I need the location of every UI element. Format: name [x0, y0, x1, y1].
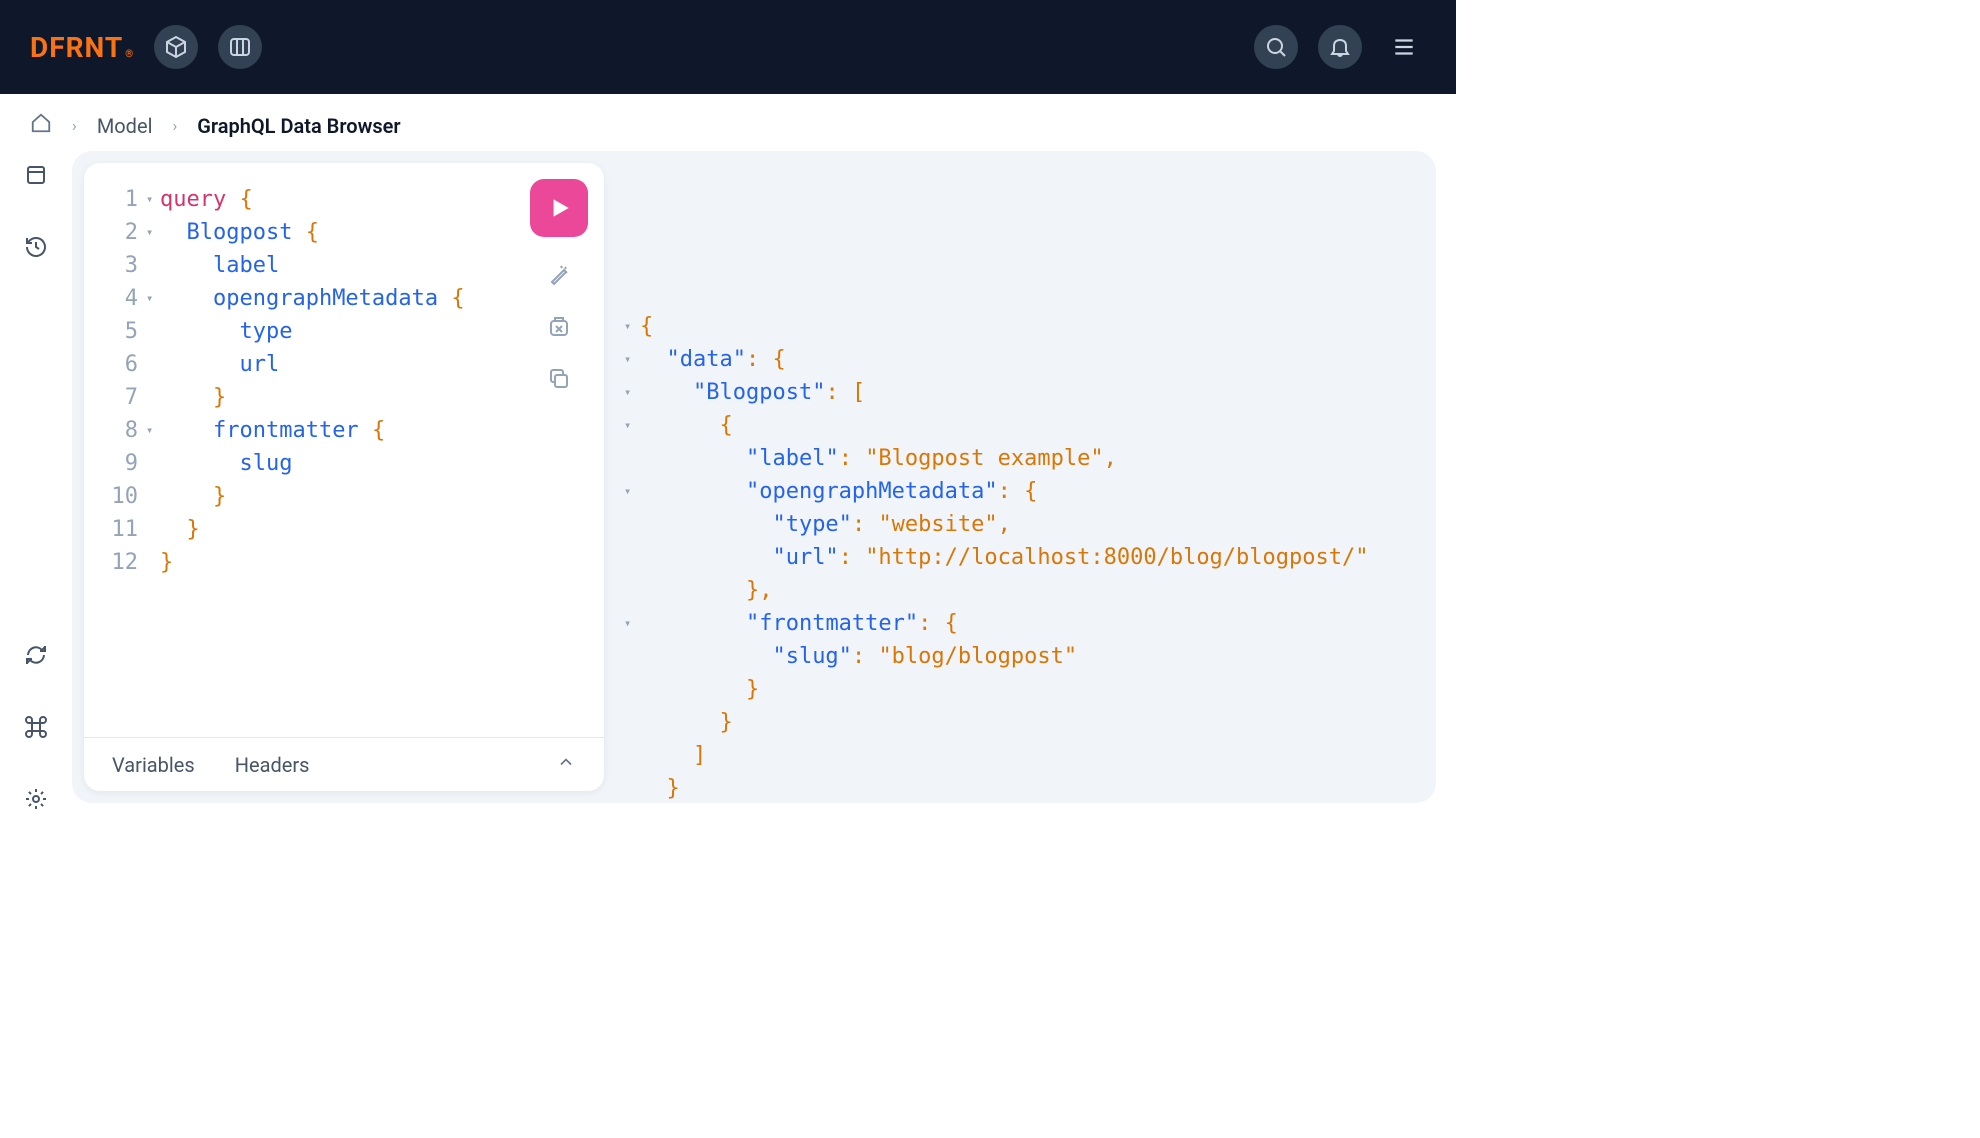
result-line: ▾ { — [624, 409, 1416, 442]
code-line: 5 type — [100, 315, 588, 348]
result-line: ▾ "data": { — [624, 343, 1416, 376]
columns-nav-button[interactable] — [218, 25, 262, 69]
result-line: "url": "http://localhost:8000/blog/blogp… — [624, 541, 1416, 574]
chevron-right-icon: › — [172, 116, 177, 135]
result-line: ▾ "opengraphMetadata": { — [624, 475, 1416, 508]
search-icon — [1264, 35, 1288, 59]
result-line: "label": "Blogpost example", — [624, 442, 1416, 475]
editor-footer: Variables Headers — [84, 737, 604, 791]
shortcuts-rail-button[interactable] — [22, 713, 50, 741]
result-line: "slug": "blog/blogpost" — [624, 640, 1416, 673]
breadcrumb-model[interactable]: Model — [97, 114, 153, 138]
copy-button[interactable] — [545, 365, 573, 393]
columns-icon — [228, 35, 252, 59]
breadcrumb: › Model › GraphQL Data Browser — [0, 94, 1456, 151]
result-line: } — [624, 673, 1416, 706]
clear-button[interactable] — [545, 313, 573, 341]
command-icon — [24, 715, 48, 739]
chevron-right-icon: › — [72, 116, 77, 135]
result-line: ▾ "frontmatter": { — [624, 607, 1416, 640]
play-icon — [546, 195, 572, 221]
magic-wand-icon — [547, 263, 571, 287]
result-line: ] — [624, 739, 1416, 772]
query-editor-panel: 1▾query {2▾ Blogpost {3 label4▾ opengrap… — [84, 163, 604, 791]
code-line: 9 slug — [100, 447, 588, 480]
sync-icon — [24, 643, 48, 667]
headers-tab[interactable]: Headers — [235, 753, 310, 777]
home-breadcrumb[interactable] — [30, 112, 52, 139]
cube-icon — [164, 35, 188, 59]
add-tab-button[interactable] — [1388, 169, 1414, 195]
breadcrumb-current: GraphQL Data Browser — [197, 114, 400, 138]
result-line: ▾{ — [624, 310, 1416, 343]
code-line: 3 label — [100, 249, 588, 282]
code-line: 11 } — [100, 513, 588, 546]
gear-icon — [24, 787, 48, 811]
code-line: 8▾ frontmatter { — [100, 414, 588, 447]
menu-button[interactable] — [1382, 25, 1426, 69]
code-line: 1▾query { — [100, 183, 588, 216]
logo-suffix: ® — [125, 49, 134, 60]
result-line: } — [624, 772, 1416, 803]
variables-tab[interactable]: Variables — [112, 753, 195, 777]
result-line: }, — [624, 574, 1416, 607]
code-line: 6 url — [100, 348, 588, 381]
chevron-up-icon — [556, 752, 576, 772]
result-panel[interactable]: ▾{▾ "data": {▾ "Blogpost": [▾ { "label":… — [616, 151, 1436, 803]
settings-rail-button[interactable] — [22, 785, 50, 813]
sync-rail-button[interactable] — [22, 641, 50, 669]
top-header: DFRNT® — [0, 0, 1456, 94]
workspace: 1▾query {2▾ Blogpost {3 label4▾ opengrap… — [72, 151, 1436, 803]
menu-icon — [1391, 34, 1417, 60]
history-icon — [24, 235, 48, 259]
home-icon — [30, 112, 52, 134]
logo: DFRNT® — [30, 31, 134, 64]
code-line: 2▾ Blogpost { — [100, 216, 588, 249]
bell-icon — [1328, 35, 1352, 59]
clear-icon — [547, 315, 571, 339]
logo-text: DFRNT — [30, 31, 123, 64]
archive-rail-button[interactable] — [22, 161, 50, 189]
query-editor[interactable]: 1▾query {2▾ Blogpost {3 label4▾ opengrap… — [84, 163, 604, 737]
result-line: } — [624, 706, 1416, 739]
archive-icon — [24, 163, 48, 187]
run-query-button[interactable] — [530, 179, 588, 237]
cube-nav-button[interactable] — [154, 25, 198, 69]
search-button[interactable] — [1254, 25, 1298, 69]
prettify-button[interactable] — [545, 261, 573, 289]
notifications-button[interactable] — [1318, 25, 1362, 69]
result-line: "type": "website", — [624, 508, 1416, 541]
history-rail-button[interactable] — [22, 233, 50, 261]
code-line: 7 } — [100, 381, 588, 414]
main-area: 1▾query {2▾ Blogpost {3 label4▾ opengrap… — [0, 151, 1456, 813]
code-line: 12} — [100, 546, 588, 579]
copy-icon — [547, 367, 571, 391]
left-rail — [0, 151, 72, 813]
collapse-footer-button[interactable] — [556, 752, 576, 777]
result-line: ▾ "Blogpost": [ — [624, 376, 1416, 409]
code-line: 10 } — [100, 480, 588, 513]
code-line: 4▾ opengraphMetadata { — [100, 282, 588, 315]
editor-toolbar — [530, 179, 588, 393]
